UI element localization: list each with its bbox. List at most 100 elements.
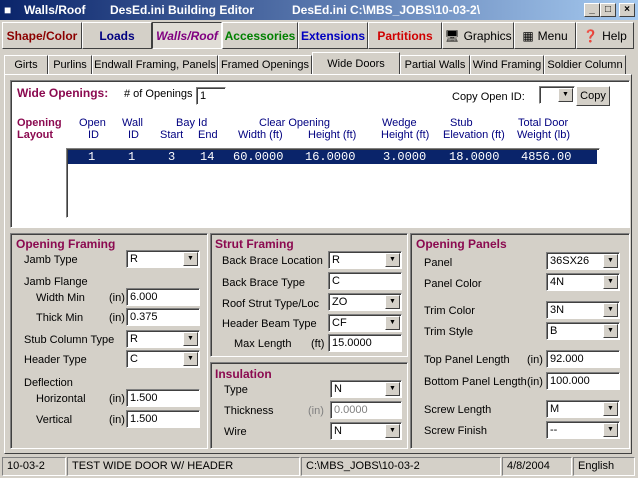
chevron-down-icon: ▼: [558, 88, 573, 102]
thickness-input[interactable]: 0.0000: [330, 401, 402, 419]
panel-color-select[interactable]: 4N ▼: [546, 273, 620, 291]
extensions-button[interactable]: Extensions: [298, 22, 368, 49]
tab-purlins[interactable]: Purlins: [48, 55, 92, 74]
maximize-icon[interactable]: □: [600, 3, 616, 17]
jamb-type-select[interactable]: R ▼: [126, 250, 200, 268]
shape-color-button[interactable]: Shape/Color: [2, 22, 82, 49]
tab-wind-framing[interactable]: Wind Framing: [470, 55, 544, 74]
window-title-file: DesEd.ini Building Editor: [110, 3, 254, 17]
width-min-input[interactable]: 6.000: [126, 288, 200, 306]
trim-color-label: Trim Color: [424, 305, 475, 317]
panel-color-value: 4N: [550, 276, 565, 288]
chevron-down-icon: ▼: [385, 382, 400, 396]
tab-endwall-framing[interactable]: Endwall Framing, Panels: [92, 55, 218, 74]
tab-wide-doors[interactable]: Wide Doors: [312, 52, 400, 74]
bottom-panel-length-input[interactable]: 100.000: [546, 372, 620, 390]
walls-roof-button[interactable]: Walls/Roof: [152, 22, 222, 49]
roof-strut-value: ZO: [332, 296, 348, 308]
panel-select[interactable]: 36SX26 ▼: [546, 252, 620, 270]
col-clear-opening: Clear Opening: [259, 117, 330, 129]
stub-column-type-select[interactable]: R ▼: [126, 330, 200, 348]
num-openings-input[interactable]: 1: [196, 87, 226, 105]
chevron-down-icon: ▼: [183, 352, 198, 366]
chevron-down-icon: ▼: [385, 295, 400, 309]
menu-button[interactable]: ▦ Menu: [514, 22, 576, 49]
wide-openings-title: Wide Openings:: [17, 86, 109, 100]
header-beam-type-value: CF: [332, 317, 347, 329]
col-wedge: Wedge: [382, 117, 417, 129]
title-bar: ■ Walls/Roof DesEd.ini Building Editor D…: [0, 0, 638, 20]
status-date: 4/8/2004: [502, 457, 572, 476]
col-width: Width (ft): [238, 129, 283, 141]
header-type-select[interactable]: C ▼: [126, 350, 200, 368]
header-beam-type-label: Header Beam Type: [222, 318, 317, 330]
close-icon[interactable]: ×: [619, 3, 635, 17]
header-beam-type-select[interactable]: CF ▼: [328, 314, 402, 332]
insulation-type-value: N: [334, 383, 342, 395]
jamb-type-value: R: [130, 253, 138, 265]
window-title-path: DesEd.ini C:\MBS_JOBS\10-03-2\: [292, 3, 481, 17]
width-min-label: Width Min: [36, 292, 85, 304]
graphics-button[interactable]: 🖥 Graphics: [442, 22, 514, 49]
minimize-icon[interactable]: _: [584, 3, 600, 17]
tab-framed-openings[interactable]: Framed Openings: [218, 55, 312, 74]
partitions-button[interactable]: Partitions: [368, 22, 442, 49]
help-button[interactable]: ❓ Help: [576, 22, 634, 49]
status-path: C:\MBS_JOBS\10-03-2: [301, 457, 501, 476]
trim-color-value: 3N: [550, 304, 565, 316]
roof-strut-select[interactable]: ZO ▼: [328, 293, 402, 311]
wire-select[interactable]: N ▼: [330, 422, 402, 440]
strut-framing-title: Strut Framing: [215, 237, 294, 251]
menu-icon: ▦: [522, 28, 534, 43]
help-icon: ❓: [583, 28, 599, 43]
opening-panels-title: Opening Panels: [416, 237, 507, 251]
vertical-input[interactable]: 1.500: [126, 410, 200, 428]
status-description: TEST WIDE DOOR W/ HEADER: [67, 457, 300, 476]
opening-layout-label-1: Opening: [17, 117, 62, 129]
cell-stub: 18.0000: [449, 150, 500, 164]
back-brace-location-select[interactable]: R ▼: [328, 251, 402, 269]
chevron-down-icon: ▼: [183, 332, 198, 346]
tab-girts[interactable]: Girts: [4, 55, 48, 74]
loads-button[interactable]: Loads: [82, 22, 152, 49]
cell-wedge: 3.0000: [383, 150, 427, 164]
header-type-label: Header Type: [24, 354, 87, 366]
col-wall-id: ID: [128, 129, 139, 141]
screw-finish-select[interactable]: -- ▼: [546, 421, 620, 439]
tab-partial-walls[interactable]: Partial Walls: [400, 55, 470, 74]
back-brace-location-label: Back Brace Location: [222, 255, 323, 267]
thick-min-input[interactable]: 0.375: [126, 308, 200, 326]
monitor-icon: 🖥: [444, 28, 460, 43]
col-start: Start: [160, 129, 184, 141]
max-length-unit: (ft): [311, 338, 325, 350]
horizontal-input[interactable]: 1.500: [126, 389, 200, 407]
table-row[interactable]: 1 1 3 14 60.0000 16.0000 3.0000 18.0000 …: [68, 150, 597, 164]
horizontal-label: Horizontal: [36, 393, 86, 405]
screw-length-label: Screw Length: [424, 404, 492, 416]
vertical-label: Vertical: [36, 414, 73, 426]
screw-finish-value: --: [550, 424, 558, 436]
copy-open-id-select[interactable]: ▼: [539, 86, 575, 104]
copy-button[interactable]: Copy: [576, 86, 610, 106]
chevron-down-icon: ▼: [385, 316, 400, 330]
chevron-down-icon: ▼: [603, 254, 618, 268]
jamb-type-label: Jamb Type: [24, 254, 78, 266]
cell-wall-id: 1: [128, 150, 136, 164]
col-open: Open: [79, 117, 106, 129]
chevron-down-icon: ▼: [603, 303, 618, 317]
trim-style-select[interactable]: B ▼: [546, 322, 620, 340]
back-brace-type-input[interactable]: C: [328, 272, 402, 290]
status-job: 10-03-2: [2, 457, 66, 476]
max-length-input[interactable]: 15.0000: [328, 334, 402, 352]
col-wall: Wall: [122, 117, 143, 129]
insulation-type-select[interactable]: N ▼: [330, 380, 402, 398]
trim-color-select[interactable]: 3N ▼: [546, 301, 620, 319]
col-end: End: [198, 129, 218, 141]
screw-length-select[interactable]: M ▼: [546, 400, 620, 418]
panel-label: Panel: [424, 257, 453, 269]
top-panel-length-input[interactable]: 92.000: [546, 350, 620, 368]
accessories-button[interactable]: Accessories: [222, 22, 298, 49]
thickness-label: Thickness: [224, 405, 274, 417]
col-bay-id: Bay Id: [176, 117, 208, 129]
tab-soldier-column[interactable]: Soldier Column: [544, 55, 626, 74]
